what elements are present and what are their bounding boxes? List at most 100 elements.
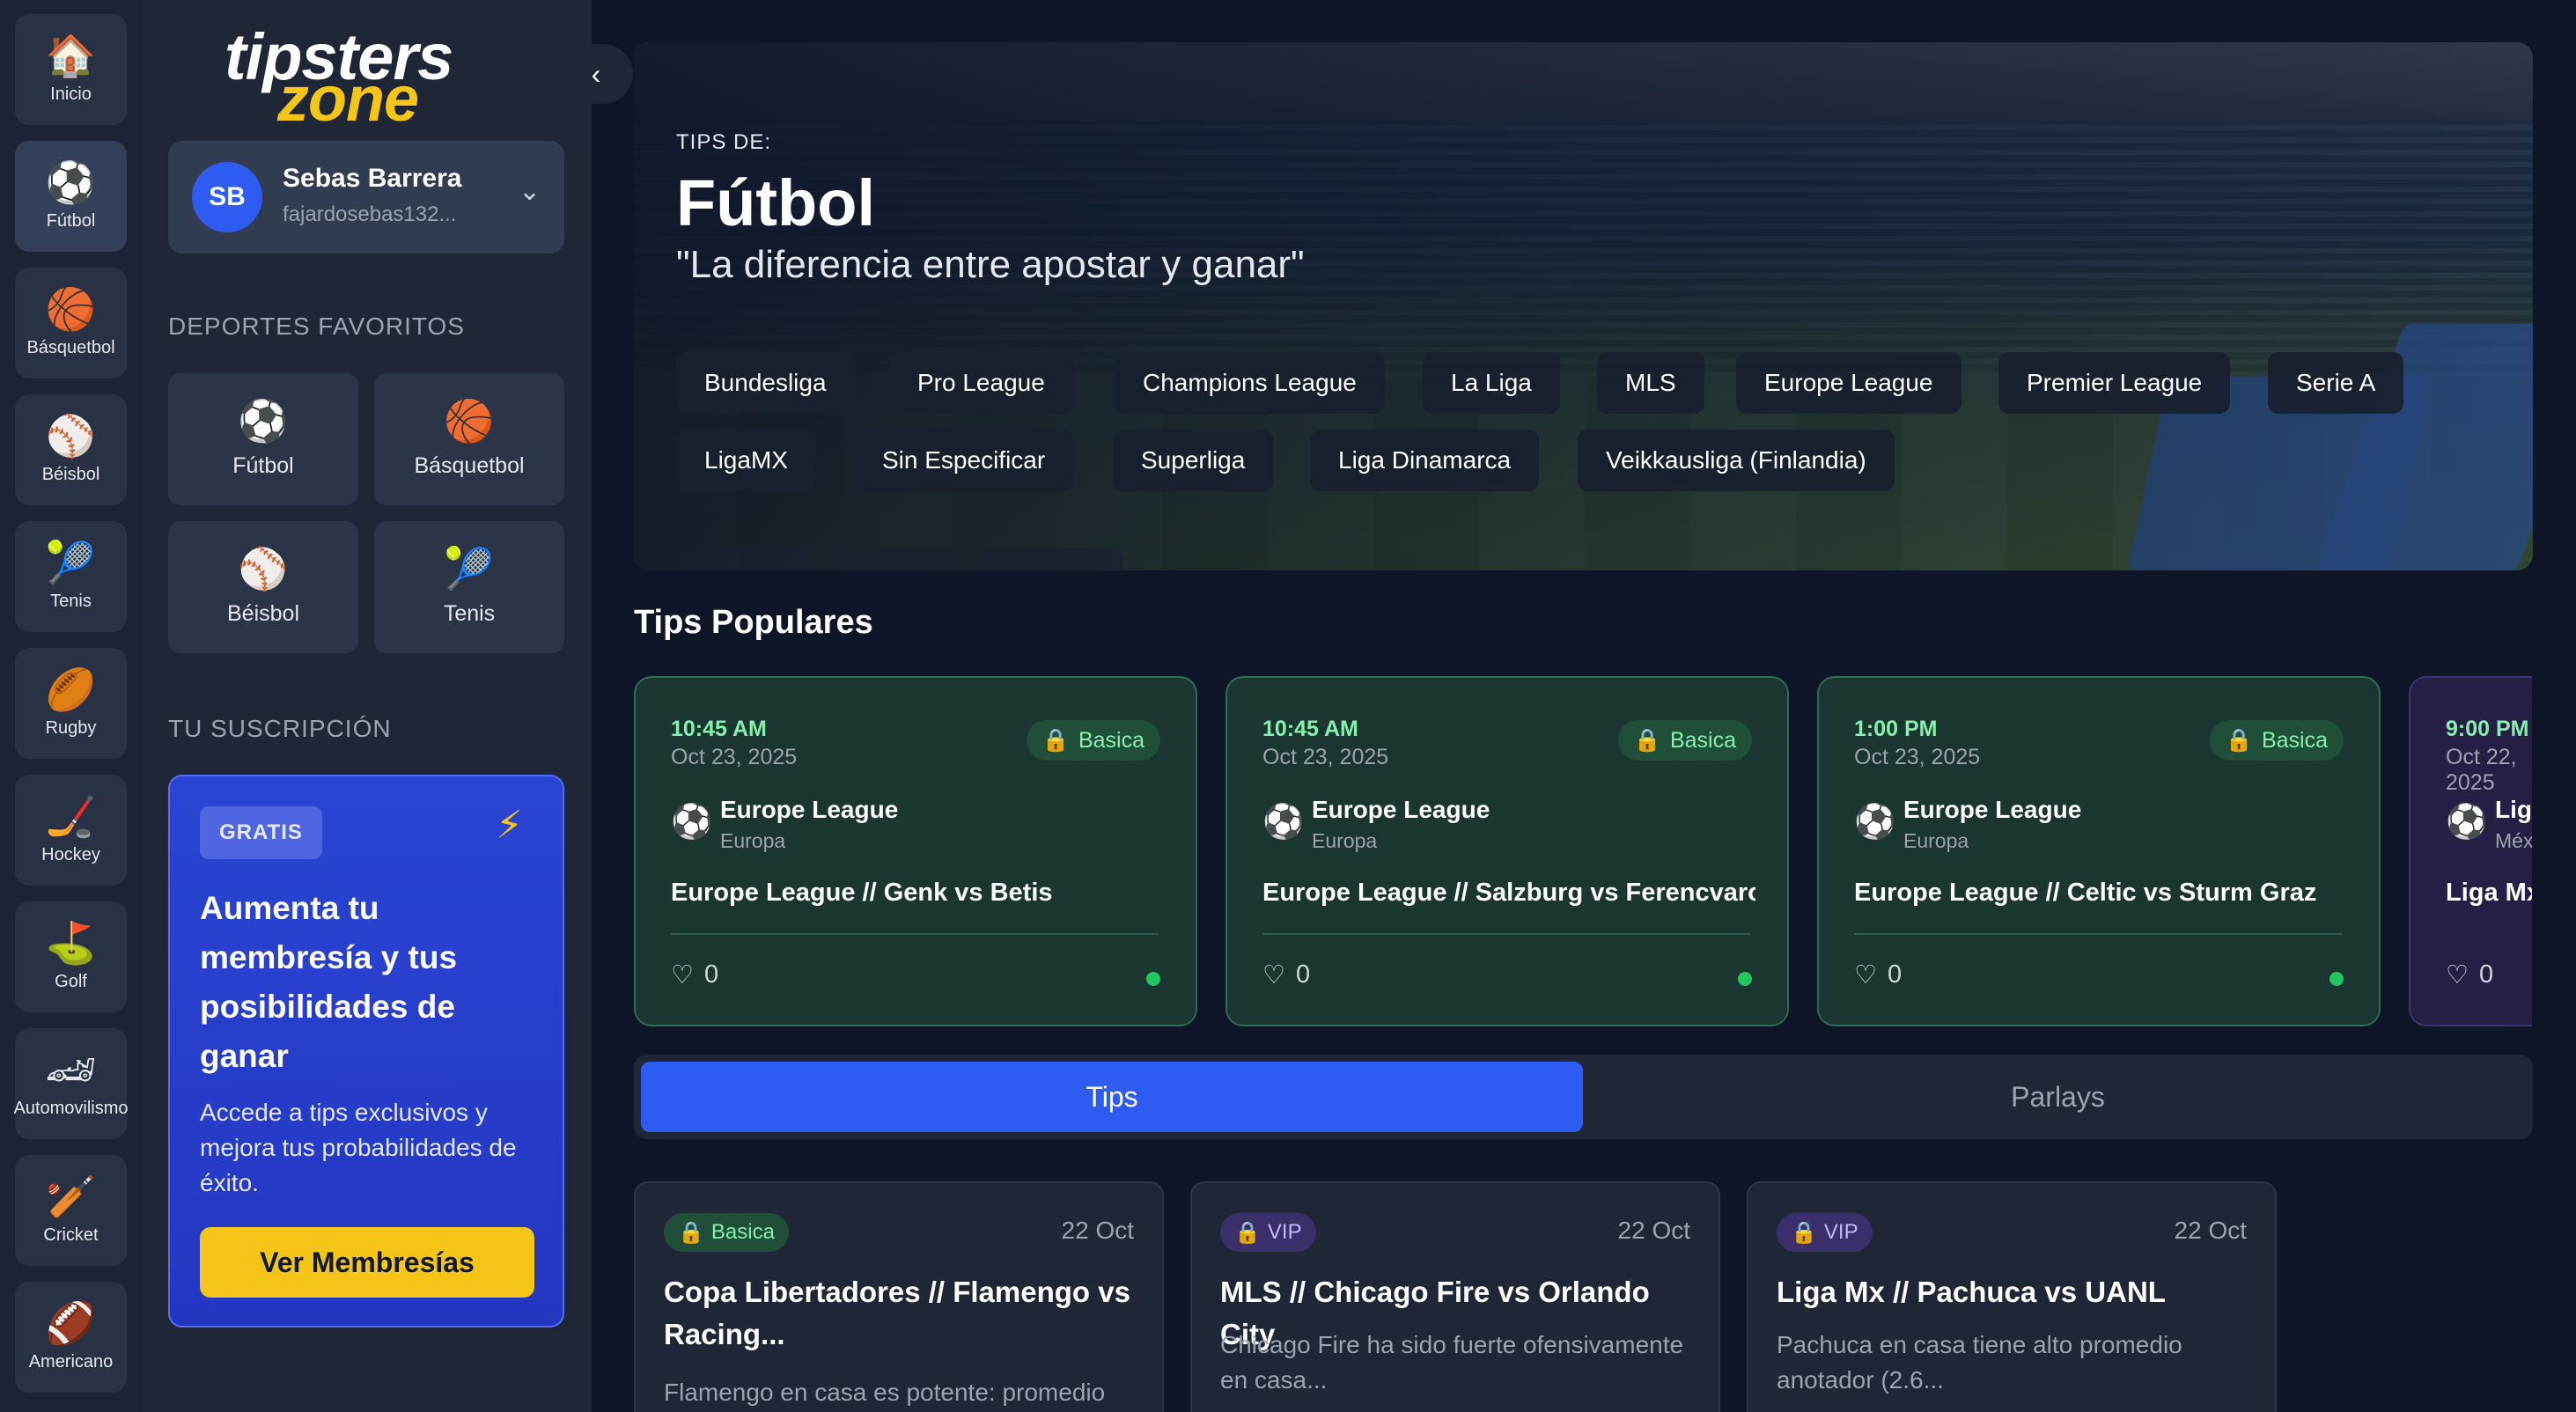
hero-tagline: "La diferencia entre apostar y ganar" — [676, 243, 1305, 286]
subscription-card: GRATIS ⚡ Aumenta tu membresía y tus posi… — [168, 775, 564, 1327]
league-chip[interactable]: Sin Especificar — [854, 430, 1074, 491]
heart-icon: ♡ — [1262, 961, 1285, 989]
tier-badge: 🔒 Basica — [1026, 720, 1160, 761]
rail-item-beisbol[interactable]: ⚾ Béisbol — [15, 394, 127, 505]
league-chip[interactable]: Superliga — [1113, 430, 1274, 491]
league-chip[interactable]: Europe League — [1736, 352, 1961, 414]
league-chip[interactable]: Liga Dinamarca — [1310, 430, 1540, 491]
rail-label: Automovilismo — [13, 1098, 129, 1118]
league-chip-partial[interactable] — [974, 548, 1123, 570]
lock-icon: 🔒 — [1791, 1220, 1817, 1245]
heart-icon: ♡ — [1854, 961, 1877, 989]
tip-description: Flamengo en casa es potente: promedio 2.… — [664, 1379, 1106, 1406]
status-dot — [1146, 972, 1160, 986]
heart-icon: ♡ — [2446, 961, 2469, 989]
tier-badge: 🔒 Basica — [1617, 720, 1752, 761]
favorite-basquetbol[interactable]: 🏀 Básquetbol — [374, 373, 564, 505]
tip-card[interactable]: 🔒 VIP 22 Oct MLS // Chicago Fire vs Orlan… — [1190, 1181, 1720, 1412]
favorite-beisbol[interactable]: ⚾ Béisbol — [168, 521, 358, 653]
tier-label: VIP — [1823, 1220, 1858, 1244]
league-chip[interactable]: Pro League — [889, 352, 1073, 414]
like-button[interactable]: ♡ 0 — [671, 960, 718, 990]
rail-item-tenis[interactable]: 🎾 Tenis — [15, 521, 127, 632]
rail-item-hockey[interactable]: 🏒 Hockey — [15, 775, 127, 886]
favorite-tenis[interactable]: 🎾 Tenis — [374, 521, 564, 653]
soccer-ball-icon: ⚽ — [238, 396, 289, 445]
league-region: Europa — [1312, 829, 1378, 852]
hero-banner: TIPS DE: Fútbol "La diferencia entre apo… — [634, 42, 2533, 570]
divider — [1262, 933, 1750, 935]
view-memberships-button[interactable]: Ver Membresías — [200, 1227, 534, 1298]
match-title: Liga Mx // Pachuca vs UANL — [2446, 879, 2532, 907]
avatar: SB — [192, 162, 262, 232]
cricket-bat-icon: 🏏 — [45, 1172, 97, 1220]
league-chip[interactable]: Bundesliga — [676, 352, 855, 414]
league-region: Europa — [720, 829, 786, 852]
league-chip[interactable]: MLS — [1597, 352, 1704, 414]
tip-title: Copa Libertadores // Flamengo vs Racing.… — [664, 1276, 1130, 1350]
tab-tips[interactable]: Tips — [641, 1062, 1583, 1132]
soccer-ball-icon: ⚽ — [671, 802, 713, 841]
lock-icon: 🔒 — [678, 1220, 704, 1245]
page-title: Fútbol — [676, 166, 876, 239]
tipsters-zone-logo[interactable]: tipsters zone — [224, 19, 506, 135]
favorite-futbol[interactable]: ⚽ Fútbol — [168, 373, 358, 505]
league-chip-partial[interactable] — [829, 548, 958, 570]
rail-item-automovilismo[interactable]: 🏎 Automovilismo — [13, 1028, 129, 1139]
tip-title: Liga Mx // Pachuca vs UANL — [1777, 1276, 2166, 1308]
league-chip[interactable]: Premier League — [1998, 352, 2231, 414]
tip-date: 22 Oct — [1617, 1217, 1690, 1244]
rail-item-golf[interactable]: ⛳ Golf — [15, 901, 127, 1012]
rail-label: Rugby — [45, 717, 97, 738]
tier-badge: 🔒 Basica — [2209, 720, 2344, 761]
rail-item-americano[interactable]: 🏈 Americano — [15, 1282, 127, 1393]
rail-item-cricket[interactable]: 🏏 Cricket — [15, 1155, 127, 1266]
soccer-ball-icon: ⚽ — [1854, 802, 1896, 841]
match-title: Europe League // Salzburg vs Ferencvaros — [1262, 879, 1755, 907]
popular-tip-card[interactable]: 1:00 PM Oct 23, 2025 🔒 Basica ⚽ Europe Le… — [1817, 676, 2381, 1026]
league-chip[interactable]: Champions League — [1115, 352, 1385, 414]
lock-icon: 🔒 — [1041, 727, 1070, 753]
like-button[interactable]: ♡ 0 — [1854, 960, 1902, 990]
tip-time: 9:00 PM — [2446, 717, 2529, 741]
league-chip-partial[interactable] — [676, 548, 813, 570]
favorite-label: Básquetbol — [414, 452, 525, 478]
rugby-ball-icon: 🏉 — [45, 665, 97, 713]
tip-date: Oct 23, 2025 — [1262, 745, 1389, 769]
rail-item-basquetbol[interactable]: 🏀 Básquetbol — [15, 268, 127, 379]
rail-item-futbol[interactable]: ⚽ Fútbol — [15, 141, 127, 252]
like-button[interactable]: ♡ 0 — [2446, 960, 2493, 990]
basketball-icon: 🏀 — [444, 396, 495, 445]
rail-label: Béisbol — [41, 464, 100, 484]
basketball-icon: 🏀 — [45, 284, 97, 333]
league-region: México — [2495, 829, 2532, 852]
lock-icon: 🔒 — [2225, 727, 2253, 753]
league-chip[interactable]: Veikkausliga (Finlandia) — [1578, 430, 1895, 491]
divider — [1854, 933, 2342, 935]
tip-description: Chicago Fire ha sido fuerte ofensivament… — [1220, 1331, 1684, 1394]
tip-time: 10:45 AM — [1262, 717, 1358, 741]
rail-item-inicio[interactable]: 🏠 Inicio — [15, 14, 127, 125]
popular-tips-heading: Tips Populares — [634, 604, 873, 641]
collapse-sidebar-button[interactable]: ‹ — [559, 44, 633, 104]
status-dot — [2329, 972, 2344, 986]
tier-label: Basica — [2261, 727, 2328, 753]
hero-label: TIPS DE: — [676, 130, 772, 154]
popular-tip-card[interactable]: 9:00 PM Oct 22, 2025 ⚽ Liga Mx México Li… — [2409, 676, 2532, 1026]
rail-label: Tenis — [50, 591, 92, 611]
rail-item-rugby[interactable]: 🏉 Rugby — [15, 648, 127, 759]
tip-card[interactable]: 🔒 Basica 22 Oct Copa Libertadores // Flam… — [634, 1181, 1164, 1412]
user-menu[interactable]: SB Sebas Barrera fajardosebas132... ⌄ — [168, 141, 564, 254]
tab-parlays[interactable]: Parlays — [1590, 1062, 2526, 1132]
like-button[interactable]: ♡ 0 — [1262, 960, 1310, 990]
favorite-label: Tenis — [443, 600, 496, 626]
popular-tip-card[interactable]: 10:45 AM Oct 23, 2025 🔒 Basica ⚽ Europe L… — [634, 676, 1197, 1026]
league-chip[interactable]: LigaMX — [676, 430, 816, 491]
league-name: Europe League — [720, 796, 899, 823]
league-chip[interactable]: La Liga — [1423, 352, 1560, 414]
tips-parlays-tabs: Tips Parlays — [634, 1055, 2533, 1139]
league-chip[interactable]: Serie A — [2268, 352, 2404, 414]
baseball-icon: ⚾ — [45, 411, 97, 460]
tip-card[interactable]: 🔒 VIP 22 Oct Liga Mx // Pachuca vs UANL P… — [1747, 1181, 2277, 1412]
popular-tip-card[interactable]: 10:45 AM Oct 23, 2025 🔒 Basica ⚽ Europe L… — [1225, 676, 1789, 1026]
